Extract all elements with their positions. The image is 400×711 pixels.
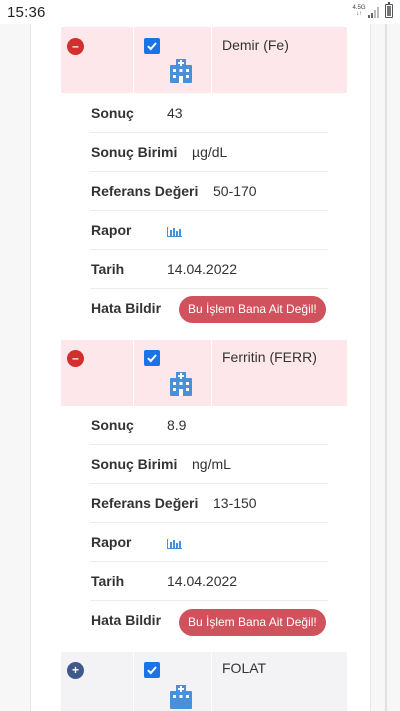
test-header-row[interactable] [61, 27, 347, 93]
status-time: 15:36 [7, 4, 46, 21]
date-value: 14.04.2022 [167, 573, 238, 589]
collapse-button[interactable]: – [67, 38, 84, 55]
checkbox-checked-icon [147, 42, 157, 51]
signal-icon [368, 7, 379, 18]
hospital-building-icon [170, 685, 192, 709]
detail-row-unit: Sonuç Birimi µg/dL [90, 133, 328, 172]
test-checkbox[interactable] [144, 662, 160, 678]
checkbox-checked-icon [147, 666, 157, 675]
detail-row-reference: Referans Değeri 13-150 [90, 484, 328, 523]
date-label: Tarih [91, 261, 125, 277]
detail-row-error: Hata Bildir Bu İşlem Bana Ait Değil! [90, 601, 328, 640]
test-name: Ferritin (FERR) [222, 349, 317, 365]
unit-label: Sonuç Birimi [91, 144, 178, 160]
reference-value: 50-170 [213, 183, 257, 199]
unit-value: ng/mL [192, 456, 231, 472]
expand-button[interactable]: + [67, 662, 84, 679]
battery-icon [385, 2, 393, 18]
detail-row-error: Hata Bildir Bu İşlem Bana Ait Değil! [90, 289, 328, 328]
result-label: Sonuç [91, 417, 134, 433]
detail-row-unit: Sonuç Birimi ng/mL [90, 445, 328, 484]
unit-label: Sonuç Birimi [91, 456, 178, 472]
network-activity: ↓↑ [356, 11, 362, 17]
hospital-building-icon [170, 59, 192, 83]
test-checkbox[interactable] [144, 350, 160, 366]
report-label: Rapor [91, 222, 132, 238]
test-name: Demir (Fe) [222, 37, 289, 53]
reference-label: Referans Değeri [91, 183, 199, 199]
error-report-label: Hata Bildir [91, 300, 162, 316]
reference-label: Referans Değeri [91, 495, 199, 511]
checkbox-checked-icon [147, 354, 157, 363]
minus-icon: – [72, 351, 79, 365]
detail-row-date: Tarih 14.04.2022 [90, 250, 328, 289]
test-header-row[interactable] [61, 652, 347, 711]
scrollbar[interactable] [385, 24, 387, 711]
error-report-label: Hata Bildir [91, 612, 162, 628]
status-bar: 15:36 4.5G ↓↑ [0, 0, 400, 24]
test-name: FOLAT [222, 660, 267, 676]
bar-chart-icon[interactable] [167, 224, 182, 237]
test-checkbox[interactable] [144, 38, 160, 54]
detail-row-report: Rapor [90, 523, 328, 562]
result-value: 43 [167, 105, 183, 121]
not-my-transaction-button[interactable]: Bu İşlem Bana Ait Değil! [179, 609, 326, 636]
result-value: 8.9 [167, 417, 187, 433]
minus-icon: – [72, 39, 79, 53]
date-label: Tarih [91, 573, 125, 589]
bar-chart-icon[interactable] [167, 536, 182, 549]
detail-row-date: Tarih 14.04.2022 [90, 562, 328, 601]
unit-value: µg/dL [192, 144, 228, 160]
date-value: 14.04.2022 [167, 261, 238, 277]
report-label: Rapor [91, 534, 132, 550]
detail-row-reference: Referans Değeri 50-170 [90, 172, 328, 211]
result-label: Sonuç [91, 105, 134, 121]
not-my-transaction-button[interactable]: Bu İşlem Bana Ait Değil! [179, 296, 326, 323]
detail-row-report: Rapor [90, 211, 328, 250]
detail-row-result: Sonuç 8.9 [90, 406, 328, 445]
detail-row-result: Sonuç 43 [90, 94, 328, 133]
collapse-button[interactable]: – [67, 350, 84, 367]
reference-value: 13-150 [213, 495, 257, 511]
hospital-building-icon [170, 372, 192, 396]
network-indicator: 4.5G ↓↑ [352, 5, 366, 17]
plus-icon: + [71, 663, 79, 677]
